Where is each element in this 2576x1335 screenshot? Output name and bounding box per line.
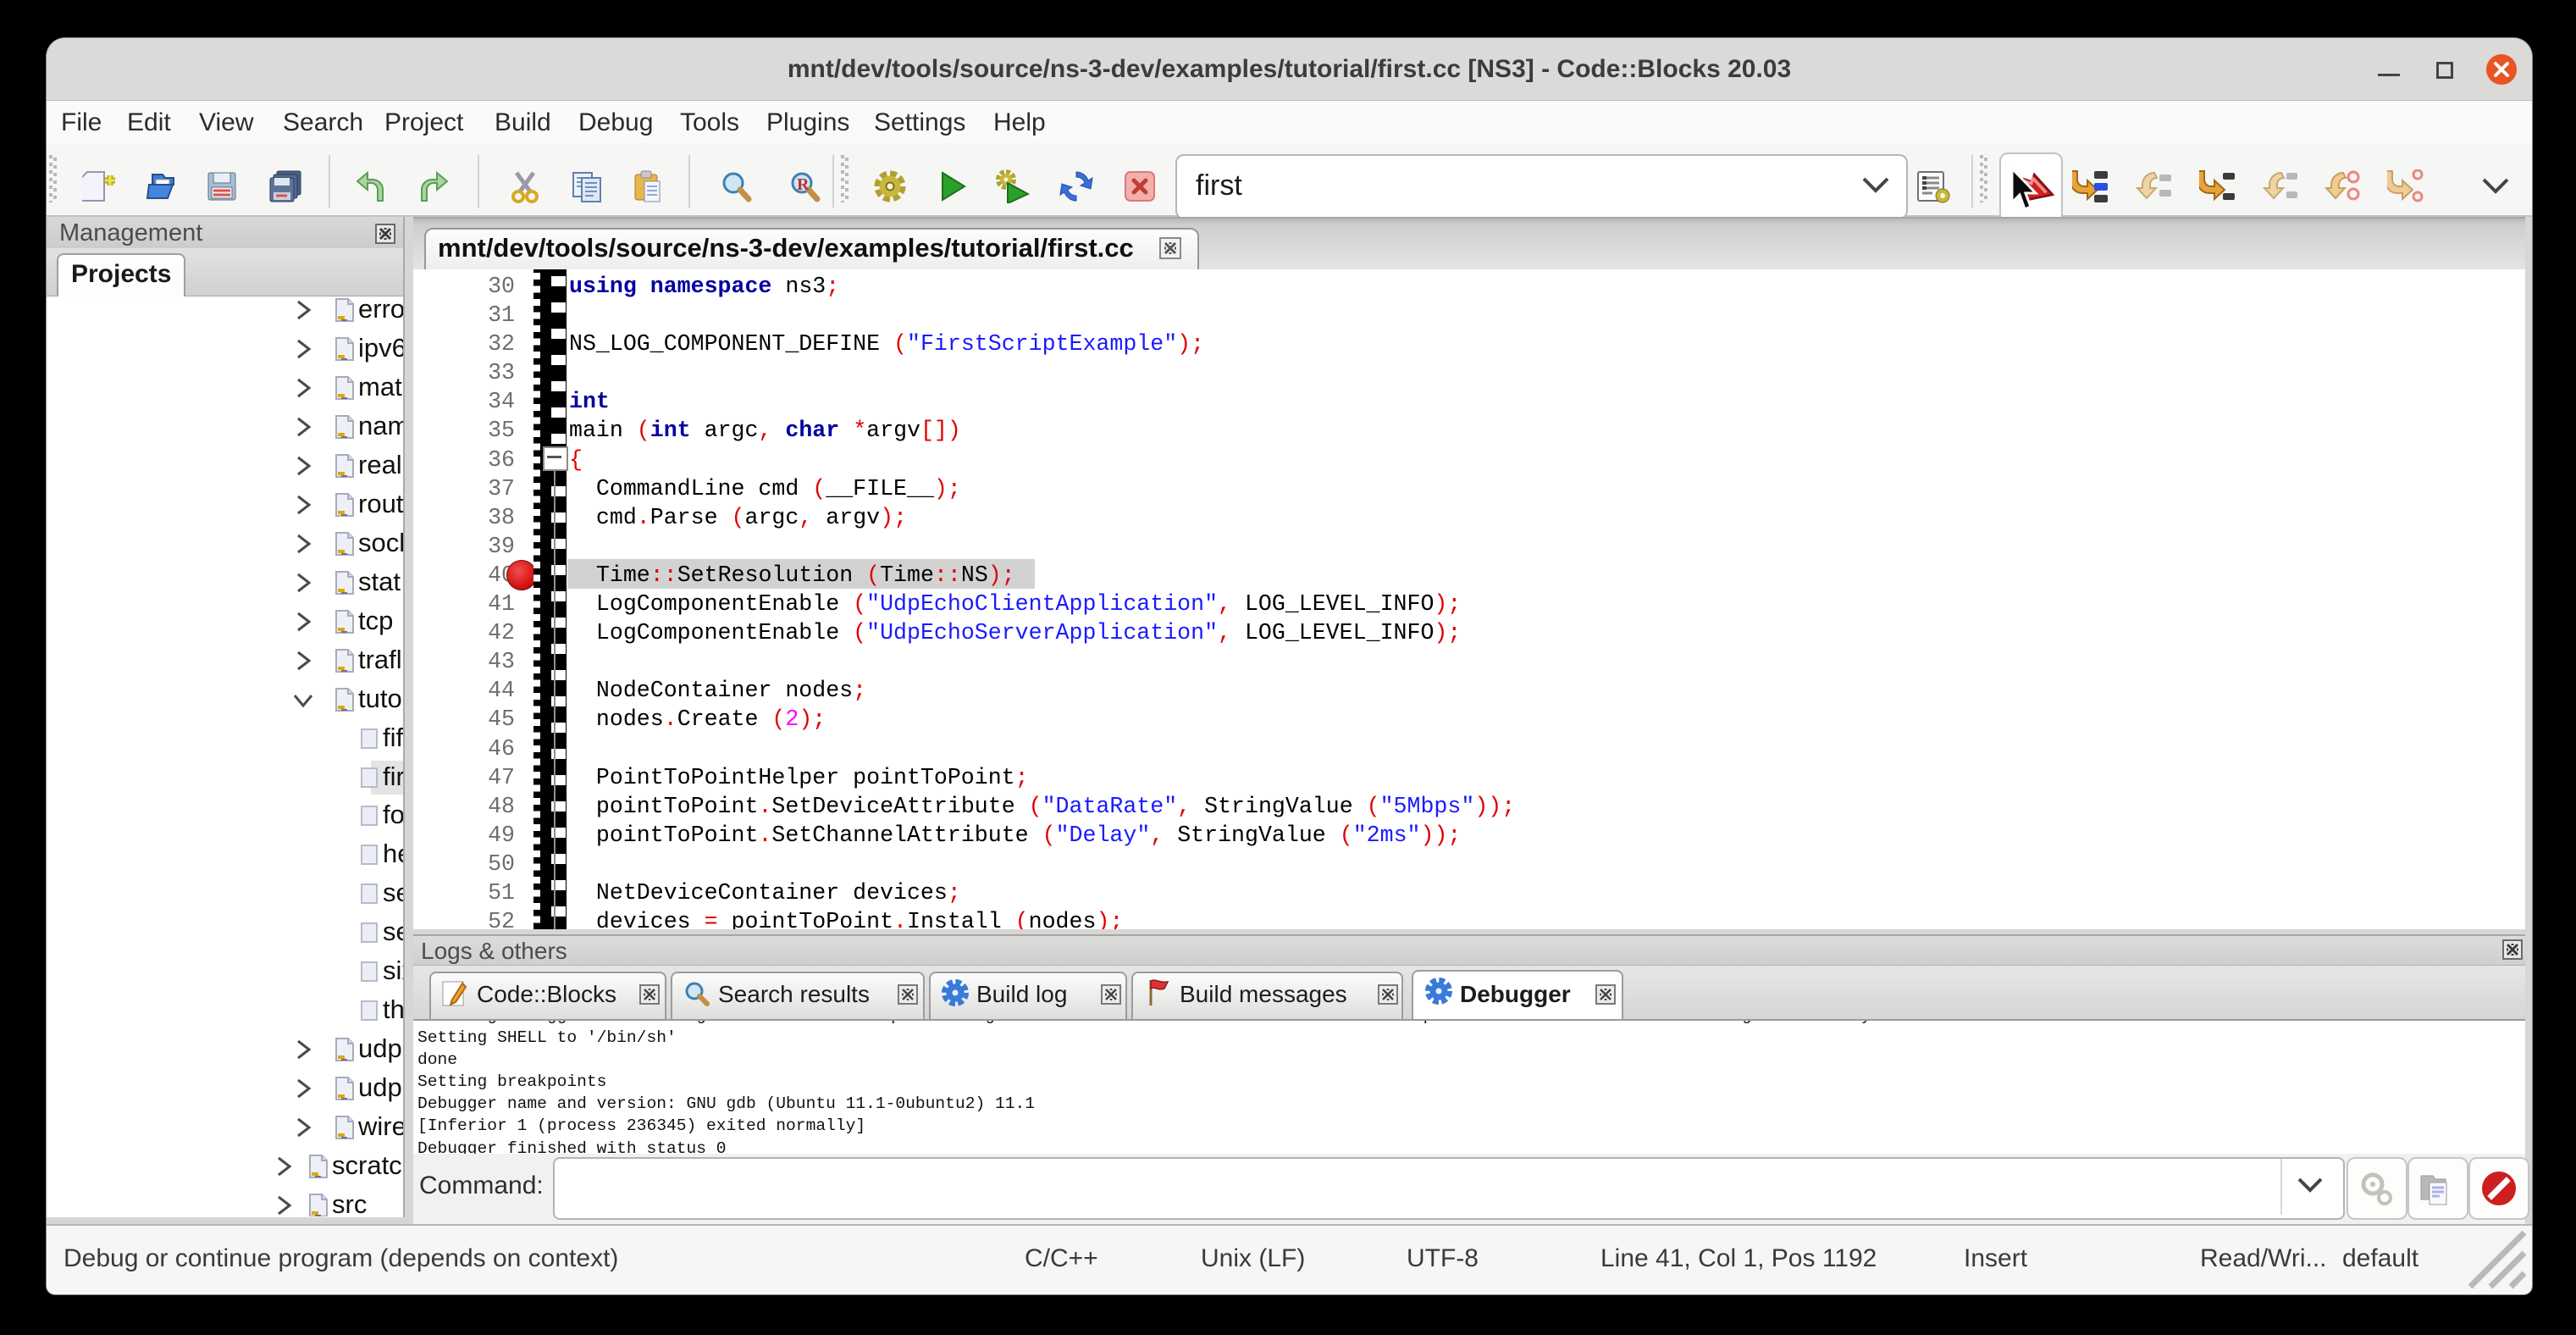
svg-text:R: R (797, 175, 810, 194)
